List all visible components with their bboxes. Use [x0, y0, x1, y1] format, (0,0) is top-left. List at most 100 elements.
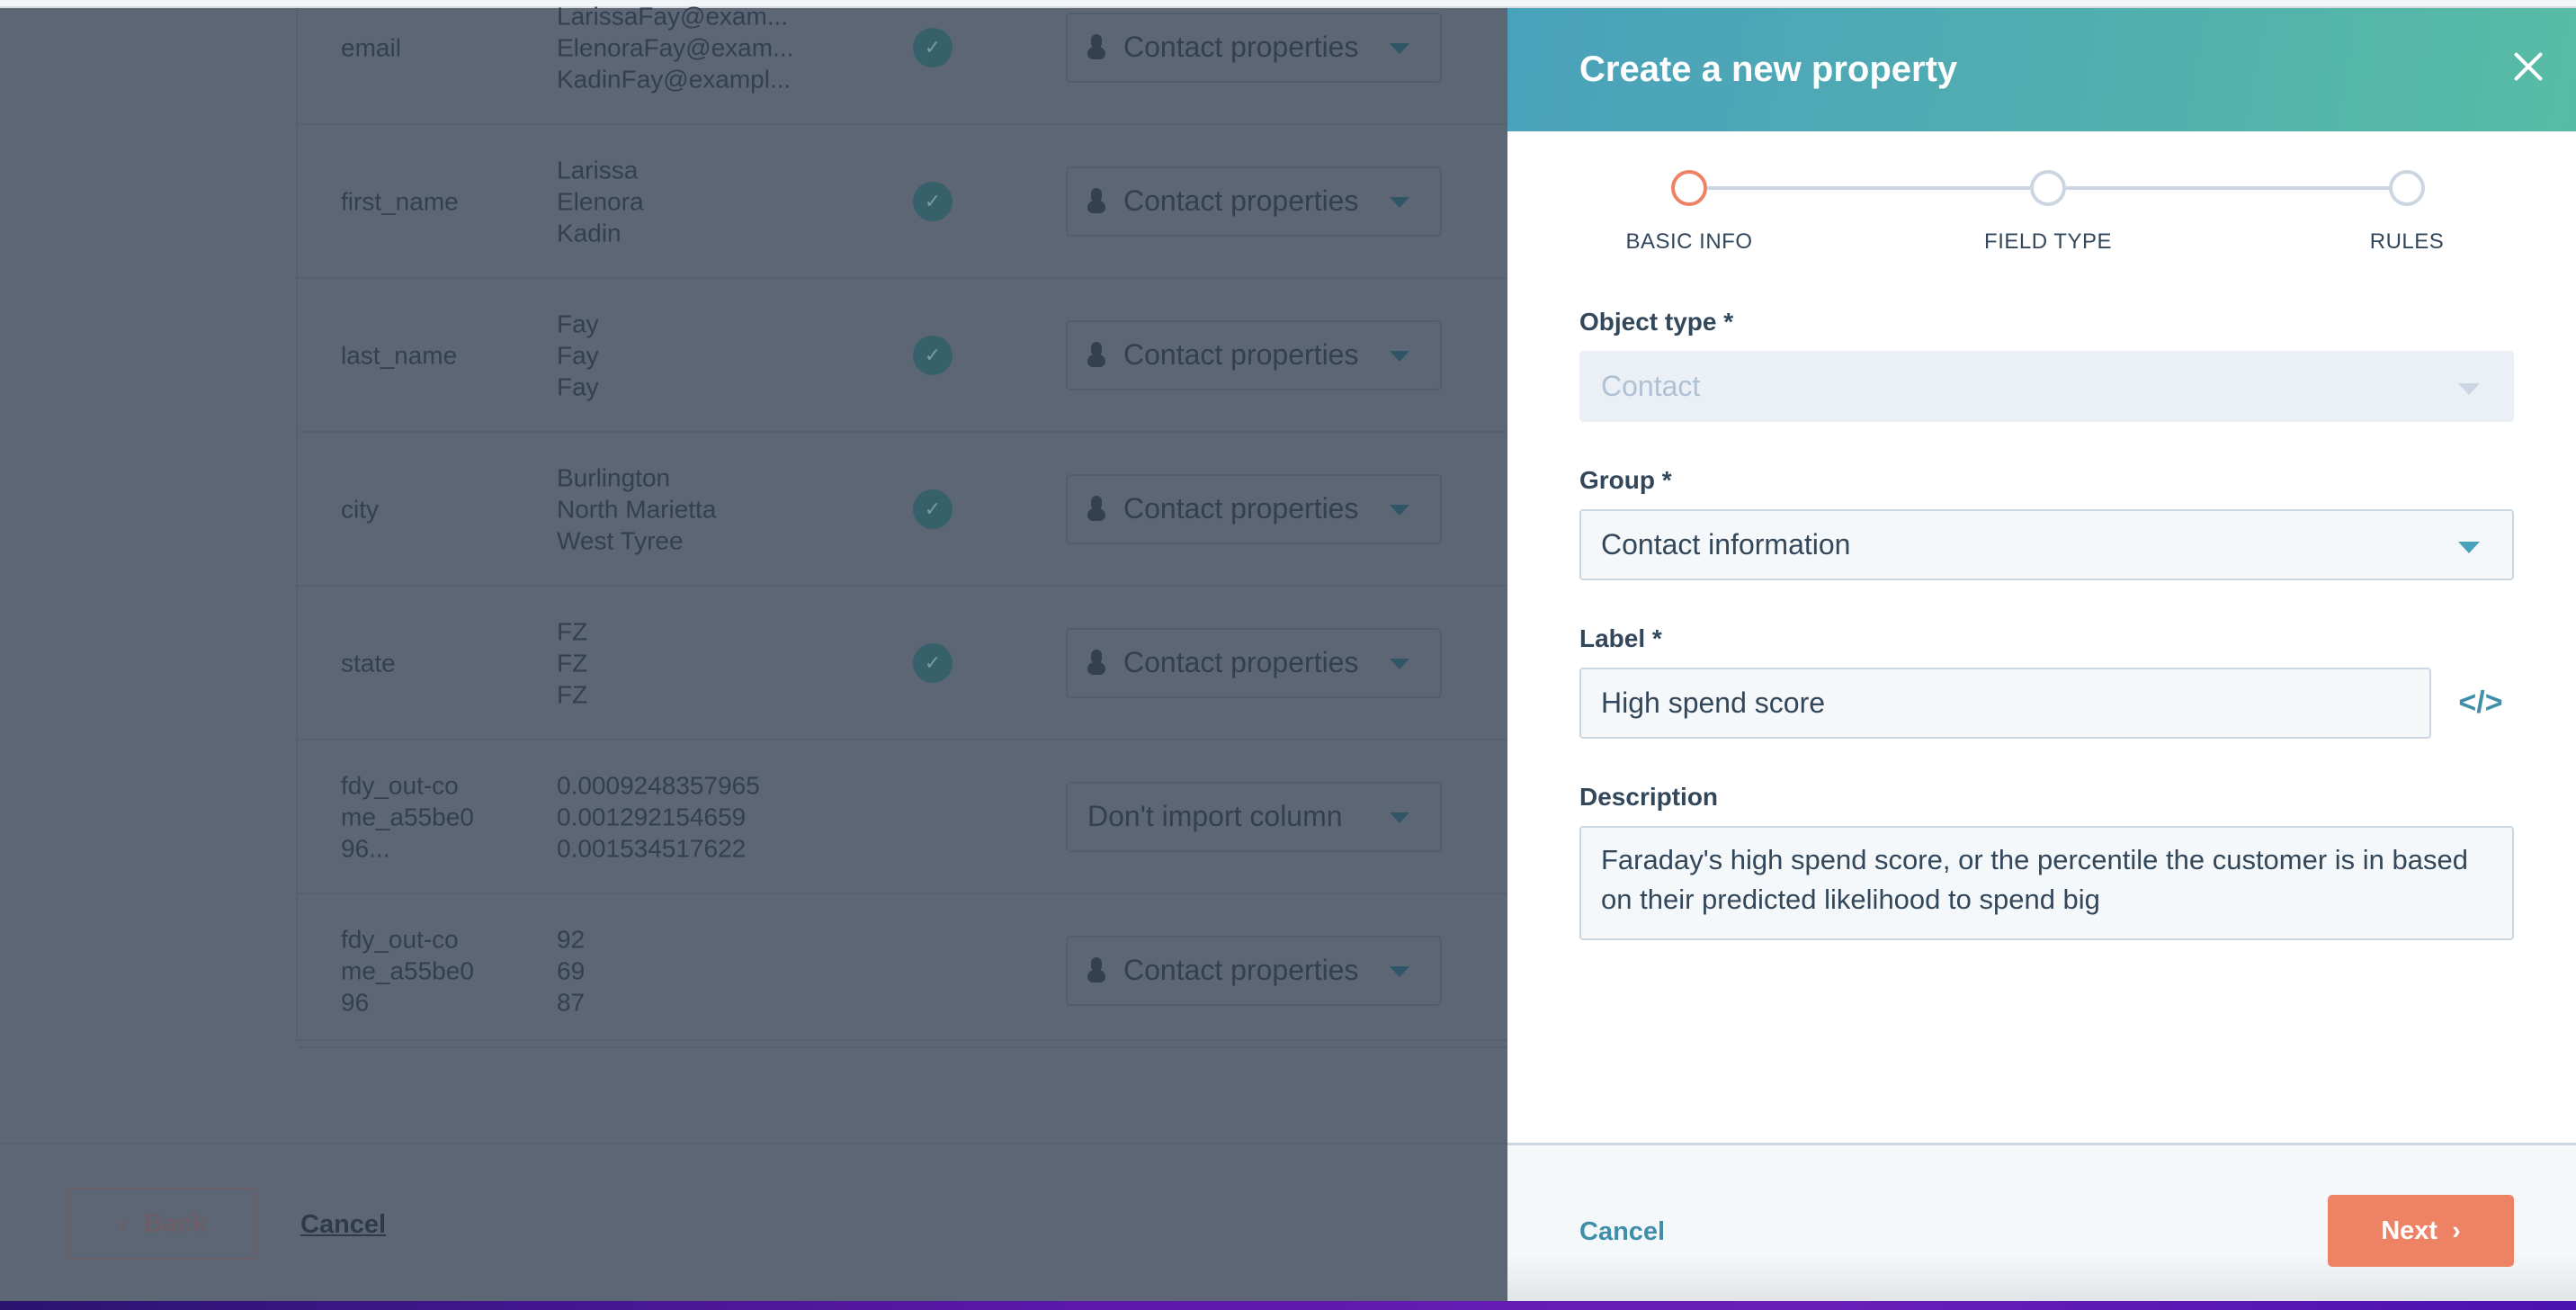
step-label-rules: RULES [2369, 229, 2445, 254]
preview-values: LarissaFay@exam... ElenoraFay@exam... Kadi… [557, 0, 827, 94]
preview-value: Fay [557, 310, 599, 337]
column-header-name: last_name [341, 341, 458, 369]
progress-stepper: BASIC INFO FIELD TYPE RULES [1507, 170, 2576, 269]
object-type-label: Object type * [1579, 308, 1734, 336]
column-header-name: state [341, 649, 396, 677]
step-label-field-type: FIELD TYPE [1984, 229, 2112, 254]
object-type-value: Contact [1601, 370, 1701, 402]
check-circle-icon: ✓ [913, 181, 953, 221]
preview-value: North Marietta [557, 495, 717, 523]
caret-down-icon [1390, 965, 1409, 977]
mapping-dropdown[interactable]: Contact properties [1066, 12, 1442, 83]
table-row: email LarissaFay@exam... ElenoraFay@exam..… [298, 0, 1557, 125]
mapping-dropdown[interactable]: Contact properties [1066, 935, 1442, 1006]
preview-value: 0.001292154659 [557, 803, 747, 830]
group-select[interactable]: Contact information [1579, 509, 2514, 580]
group-value: Contact information [1601, 528, 1851, 561]
caret-down-icon [1390, 812, 1409, 823]
step-connector [1707, 186, 2048, 190]
preview-value: West Tyree [557, 526, 684, 554]
label-input[interactable]: High spend score [1579, 668, 2431, 739]
panel-title: Create a new property [1579, 49, 1958, 89]
group-label: Group * [1579, 466, 1672, 494]
create-property-panel: Create a new property BASIC INFO FIELD T… [1507, 8, 2576, 1301]
mapping-label: Contact properties [1123, 338, 1359, 371]
mapping-label: Contact properties [1123, 646, 1359, 678]
chevron-right-icon: › [2452, 1216, 2461, 1245]
preview-values: Larissa Elenora Kadin [557, 154, 827, 248]
caret-down-icon [1390, 196, 1409, 208]
preview-values: 0.0009248357965 0.001292154659 0.001534517… [557, 769, 827, 864]
step-dot-field-type [2030, 170, 2066, 206]
person-icon [1087, 33, 1105, 61]
mapping-dropdown[interactable]: Don't import column [1066, 781, 1442, 852]
desktop-dock-strip [0, 1301, 2576, 1310]
preview-value: LarissaFay@exam... [557, 2, 789, 30]
description-textarea[interactable]: Faraday's high spend score, or the perce… [1579, 826, 2514, 940]
person-icon [1087, 649, 1105, 677]
preview-value: Fay [557, 372, 599, 400]
mapping-label: Contact properties [1123, 184, 1359, 217]
panel-cancel-button[interactable]: Cancel [1579, 1217, 1665, 1247]
cancel-link[interactable]: Cancel [300, 1210, 386, 1240]
mapping-dropdown[interactable]: Contact properties [1066, 627, 1442, 698]
next-button[interactable]: Next › [2328, 1195, 2514, 1267]
description-label: Description [1579, 783, 1719, 811]
back-label: Back [144, 1208, 207, 1238]
close-icon[interactable] [2506, 44, 2551, 89]
table-row: fdy_out-come_a55be096 92 69 87 Contact prope… [298, 894, 1557, 1048]
back-button[interactable]: ‹ Back [68, 1188, 257, 1260]
person-icon [1087, 495, 1105, 523]
preview-value: 0.0009248357965 [557, 771, 760, 799]
panel-header: Create a new property [1507, 8, 2576, 131]
column-header-name: fdy_out-come_a55be096 [341, 925, 474, 1016]
check-circle-icon: ✓ [913, 27, 953, 67]
table-row: fdy_out-come_a55be096... 0.0009248357965 0… [298, 740, 1557, 894]
check-circle-icon: ✓ [913, 642, 953, 683]
caret-down-icon [2458, 383, 2480, 395]
person-icon [1087, 956, 1105, 984]
step-dot-rules [2389, 170, 2425, 206]
mapping-label: Don't import column [1087, 800, 1343, 832]
import-mapping-page: email LarissaFay@exam... ElenoraFay@exam..… [0, 2, 1557, 1301]
mapping-dropdown[interactable]: Contact properties [1066, 166, 1442, 237]
preview-value: FZ [557, 649, 588, 677]
caret-down-icon [2458, 542, 2480, 553]
column-header-name: city [341, 495, 379, 523]
table-row: first_name Larissa Elenora Kadin ✓ Contact pr… [298, 125, 1557, 279]
step-connector [2066, 186, 2407, 190]
column-header-name: first_name [341, 187, 459, 215]
table-row: city Burlington North Marietta West Tyree ✓ C… [298, 433, 1557, 587]
code-icon[interactable]: </> [2457, 681, 2504, 724]
preview-values: 92 69 87 [557, 923, 827, 1018]
preview-values: Fay Fay Fay [557, 308, 827, 402]
table-row: state FZ FZ FZ ✓ Contact properties [298, 587, 1557, 740]
next-label: Next [2381, 1216, 2438, 1245]
caret-down-icon [1390, 42, 1409, 54]
step-dot-basic-info [1671, 170, 1707, 206]
mapping-label: Contact properties [1123, 31, 1359, 63]
caret-down-icon [1390, 658, 1409, 669]
chevron-left-icon: ‹ [119, 1208, 129, 1238]
table-row: last_name Fay Fay Fay ✓ Contact properties [298, 279, 1557, 433]
preview-value: 69 [557, 956, 586, 984]
preview-value: KadinFay@exampl... [557, 65, 792, 93]
column-mapping-table: email LarissaFay@exam... ElenoraFay@exam..… [296, 2, 1557, 1048]
preview-value: 92 [557, 925, 586, 953]
footer-divider [0, 1143, 1507, 1144]
label-field-label: Label * [1579, 624, 1662, 652]
preview-value: 87 [557, 988, 586, 1016]
column-header-name: email [341, 33, 401, 61]
mapping-label: Contact properties [1123, 954, 1359, 986]
object-type-select: Contact [1579, 351, 2514, 422]
preview-value: Fay [557, 341, 599, 369]
preview-value: FZ [557, 617, 588, 645]
mapping-label: Contact properties [1123, 492, 1359, 525]
column-header-name: fdy_out-come_a55be096... [341, 771, 474, 862]
caret-down-icon [1390, 504, 1409, 516]
preview-value: ElenoraFay@exam... [557, 33, 794, 61]
preview-value: Kadin [557, 219, 622, 247]
mapping-dropdown[interactable]: Contact properties [1066, 473, 1442, 544]
mapping-dropdown[interactable]: Contact properties [1066, 319, 1442, 390]
preview-value: FZ [557, 680, 588, 708]
